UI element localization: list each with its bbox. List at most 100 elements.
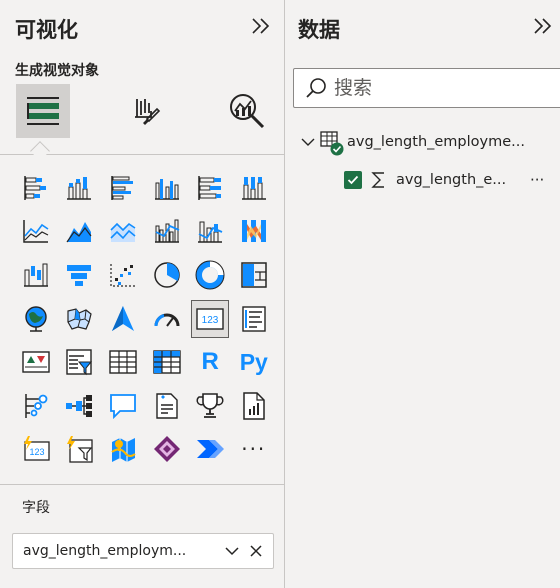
line-stacked-column-chart-button[interactable] <box>188 210 232 254</box>
power-automate-logo-icon <box>197 440 225 459</box>
area-chart-button[interactable] <box>58 210 102 254</box>
ribbon-chart-button[interactable] <box>232 210 276 254</box>
donut-chart-button[interactable] <box>188 253 232 297</box>
power-apps-card-number: 123 <box>29 447 44 457</box>
paginated-report-button[interactable] <box>232 384 276 428</box>
100-stacked-bar-chart-icon <box>198 175 222 200</box>
decomposition-tree-button[interactable] <box>58 384 102 428</box>
clustered-column-chart-button[interactable] <box>145 166 189 210</box>
filled-map-icon <box>67 307 93 330</box>
r-visual-button[interactable]: R <box>188 340 232 384</box>
data-pane: 数据 avg_length_employme... avg_length_e..… <box>286 0 560 588</box>
visualizations-pane: 可视化 生成视觉对象 123 R Py 123 ··· 字段 avg_lengt… <box>0 0 285 588</box>
azure-map-button[interactable] <box>101 297 145 341</box>
kpi-icon <box>22 351 50 373</box>
build-visual-icon <box>27 97 59 125</box>
python-visual-icon: Py <box>239 348 268 375</box>
tab-analytics[interactable] <box>220 84 274 138</box>
collapse-data-button[interactable] <box>530 12 556 40</box>
close-icon <box>250 545 262 557</box>
azure-maps-2-button[interactable] <box>101 428 145 472</box>
remove-field-button[interactable] <box>245 540 267 562</box>
fields-label: 字段 <box>22 500 50 516</box>
funnel-chart-button[interactable] <box>58 253 102 297</box>
map-button[interactable] <box>14 297 58 341</box>
tab-build-visual[interactable] <box>16 84 70 138</box>
field-well[interactable]: avg_length_employm... <box>12 533 274 569</box>
area-chart-icon <box>66 222 92 243</box>
double-chevron-right-icon <box>252 18 270 34</box>
key-influencers-button[interactable] <box>14 384 58 428</box>
checkmark-icon <box>347 175 359 185</box>
line-clustered-column-chart-icon <box>154 219 179 244</box>
build-visual-heading: 生成视觉对象 <box>15 63 99 79</box>
search-icon <box>306 78 326 98</box>
chevron-down-icon <box>301 138 315 146</box>
field-name: avg_length_e... <box>396 172 507 188</box>
waterfall-chart-button[interactable] <box>14 253 58 297</box>
decomposition-tree-icon <box>66 394 93 417</box>
slicer-button[interactable] <box>58 340 102 384</box>
field-checkbox[interactable] <box>344 171 362 189</box>
line-stacked-column-chart-icon <box>198 221 223 244</box>
100-stacked-column-chart-button[interactable] <box>232 166 276 210</box>
power-automate-button[interactable] <box>58 428 102 472</box>
collapse-visualizations-button[interactable] <box>248 12 274 40</box>
trophy-icon <box>196 392 224 418</box>
speech-bubble-icon <box>110 393 136 419</box>
build-tabs <box>14 84 276 140</box>
multi-row-card-button[interactable] <box>232 297 276 341</box>
metrics-button[interactable] <box>188 384 232 428</box>
clustered-bar-chart-button[interactable] <box>101 166 145 210</box>
matrix-icon <box>152 350 181 374</box>
stacked-area-chart-button[interactable] <box>101 210 145 254</box>
power-apps-button[interactable]: 123 <box>14 428 58 472</box>
tab-format-visual[interactable] <box>118 84 172 138</box>
gauge-button[interactable] <box>145 297 189 341</box>
card-button[interactable]: 123 <box>188 297 232 341</box>
treemap-button[interactable] <box>232 253 276 297</box>
scatter-chart-button[interactable] <box>101 253 145 297</box>
line-clustered-column-chart-button[interactable] <box>145 210 189 254</box>
more-visuals-button[interactable]: ··· <box>232 428 276 472</box>
card-icon: 123 <box>196 307 224 330</box>
field-dropdown-button[interactable] <box>221 540 243 562</box>
table-icon <box>109 350 137 374</box>
qa-button[interactable] <box>101 384 145 428</box>
stacked-bar-chart-button[interactable] <box>14 166 58 210</box>
power-automate-slicer-icon <box>67 436 94 464</box>
sigma-icon <box>371 172 384 188</box>
power-apps-2-button[interactable] <box>145 428 189 472</box>
table-node[interactable]: avg_length_employme... <box>300 130 560 156</box>
pie-chart-button[interactable] <box>145 253 189 297</box>
matrix-button[interactable] <box>145 340 189 384</box>
line-chart-button[interactable] <box>14 210 58 254</box>
check-circle-icon <box>330 142 344 156</box>
field-node[interactable]: avg_length_e... ··· <box>344 168 558 192</box>
key-influencers-icon <box>25 393 48 418</box>
clustered-column-chart-icon <box>154 178 179 200</box>
multi-row-card-icon <box>242 305 266 332</box>
gauge-icon <box>154 313 180 327</box>
search-box <box>293 68 560 108</box>
more-options-icon[interactable]: ··· <box>530 171 544 189</box>
card-number: 123 <box>202 315 219 326</box>
python-visual-button[interactable]: Py <box>232 340 276 384</box>
active-tab-caret <box>30 141 50 161</box>
clustered-bar-chart-icon <box>111 175 133 200</box>
kpi-button[interactable] <box>14 340 58 384</box>
globe-map-icon <box>25 305 47 332</box>
stacked-column-chart-button[interactable] <box>58 166 102 210</box>
stacked-area-chart-icon <box>110 223 136 243</box>
smart-narrative-icon <box>155 393 178 419</box>
field-well-value: avg_length_employm... <box>23 543 187 559</box>
100-stacked-bar-chart-button[interactable] <box>188 166 232 210</box>
table-name: avg_length_employme... <box>347 134 525 150</box>
data-title: 数据 <box>298 18 340 42</box>
table-button[interactable] <box>101 340 145 384</box>
smart-narrative-button[interactable] <box>145 384 189 428</box>
filled-map-button[interactable] <box>58 297 102 341</box>
search-input[interactable] <box>334 75 554 101</box>
power-automate-2-button[interactable] <box>188 428 232 472</box>
fields-divider <box>0 484 285 485</box>
